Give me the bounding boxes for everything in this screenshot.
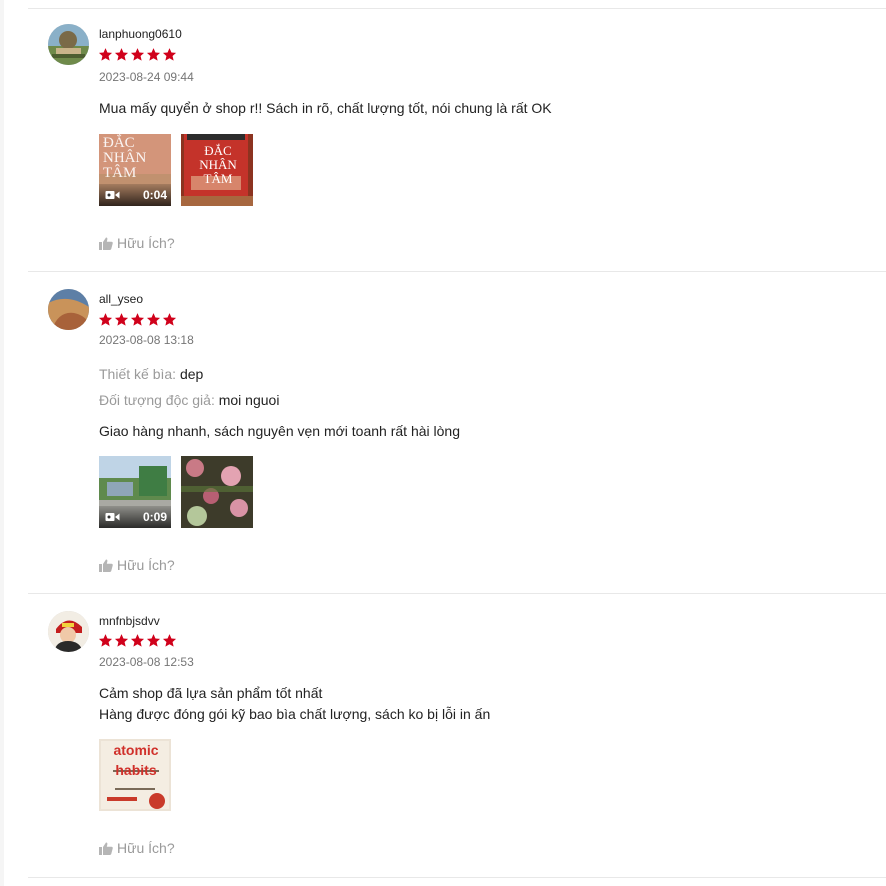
review-divider [28, 271, 886, 272]
video-camera-icon [105, 191, 120, 199]
cover-title: ĐẮC NHÂN TÂM [199, 143, 237, 186]
rating-stars [98, 312, 177, 327]
attribute-value: moi nguoi [218, 392, 280, 408]
review-author[interactable]: mnfnbjsdvv [99, 614, 160, 628]
review-attribute: Thiết kế bìa: dep [99, 366, 203, 382]
helpful-label: Hữu Ích? [117, 235, 175, 251]
thumbs-up-icon [99, 237, 113, 250]
helpful-button[interactable]: Hữu Ích? [99, 235, 175, 251]
star-icon [146, 48, 161, 61]
star-icon [146, 634, 161, 647]
avatar[interactable] [48, 611, 89, 652]
star-icon [98, 634, 113, 647]
thumbs-up-icon [99, 842, 113, 855]
star-icon [98, 313, 113, 326]
star-icon [130, 634, 145, 647]
video-duration: 0:04 [142, 188, 167, 202]
helpful-button[interactable]: Hữu Ích? [99, 557, 175, 573]
star-icon [114, 634, 129, 647]
review-date: 2023-08-08 12:53 [99, 655, 194, 669]
avatar[interactable] [48, 24, 89, 65]
review-comment: Giao hàng nhanh, sách nguyên vẹn mới toa… [99, 423, 460, 439]
rating-stars [98, 633, 177, 648]
helpful-label: Hữu Ích? [117, 557, 175, 573]
review-attribute: Đối tượng độc giả: moi nguoi [99, 392, 279, 408]
review-comment: Mua mấy quyển ở shop r!! Sách in rõ, chấ… [99, 100, 552, 116]
review-divider [28, 877, 886, 878]
star-icon [114, 48, 129, 61]
attribute-key: Thiết kế bìa: [99, 366, 177, 382]
review-image-thumbnail[interactable] [181, 456, 253, 528]
video-camera-icon [105, 513, 120, 521]
cover-title: atomic habits [113, 742, 159, 778]
cover-title: ĐẮC NHÂN TÂM [103, 135, 147, 181]
helpful-label: Hữu Ích? [117, 840, 175, 856]
review-image-thumbnail[interactable]: ĐẮC NHÂN TÂM [181, 134, 253, 206]
star-icon [130, 48, 145, 61]
avatar[interactable] [48, 289, 89, 330]
review-comment: Cảm shop đã lựa sản phẩm tốt nhất Hàng đ… [99, 685, 491, 722]
review-date: 2023-08-24 09:44 [99, 70, 194, 84]
review-video-thumbnail[interactable]: ĐẮC NHÂN TÂM 0:04 [99, 134, 171, 206]
star-icon [98, 48, 113, 61]
thumbs-up-icon [99, 559, 113, 572]
review-author[interactable]: all_yseo [99, 292, 143, 306]
page-left-edge [0, 0, 4, 886]
star-icon [114, 313, 129, 326]
star-icon [146, 313, 161, 326]
review-date: 2023-08-08 13:18 [99, 333, 194, 347]
star-icon [162, 313, 177, 326]
attribute-key: Đối tượng độc giả: [99, 392, 215, 408]
review-divider [28, 593, 886, 594]
star-icon [130, 313, 145, 326]
video-overlay: 0:04 [99, 184, 171, 206]
video-overlay: 0:09 [99, 506, 171, 528]
review-image-thumbnail[interactable]: atomic habits [99, 739, 171, 811]
top-divider [28, 8, 886, 9]
star-icon [162, 634, 177, 647]
video-duration: 0:09 [142, 510, 167, 524]
review-video-thumbnail[interactable]: 0:09 [99, 456, 171, 528]
star-icon [162, 48, 177, 61]
helpful-button[interactable]: Hữu Ích? [99, 840, 175, 856]
review-author[interactable]: lanphuong0610 [99, 27, 182, 41]
rating-stars [98, 47, 177, 62]
attribute-value: dep [179, 366, 204, 382]
